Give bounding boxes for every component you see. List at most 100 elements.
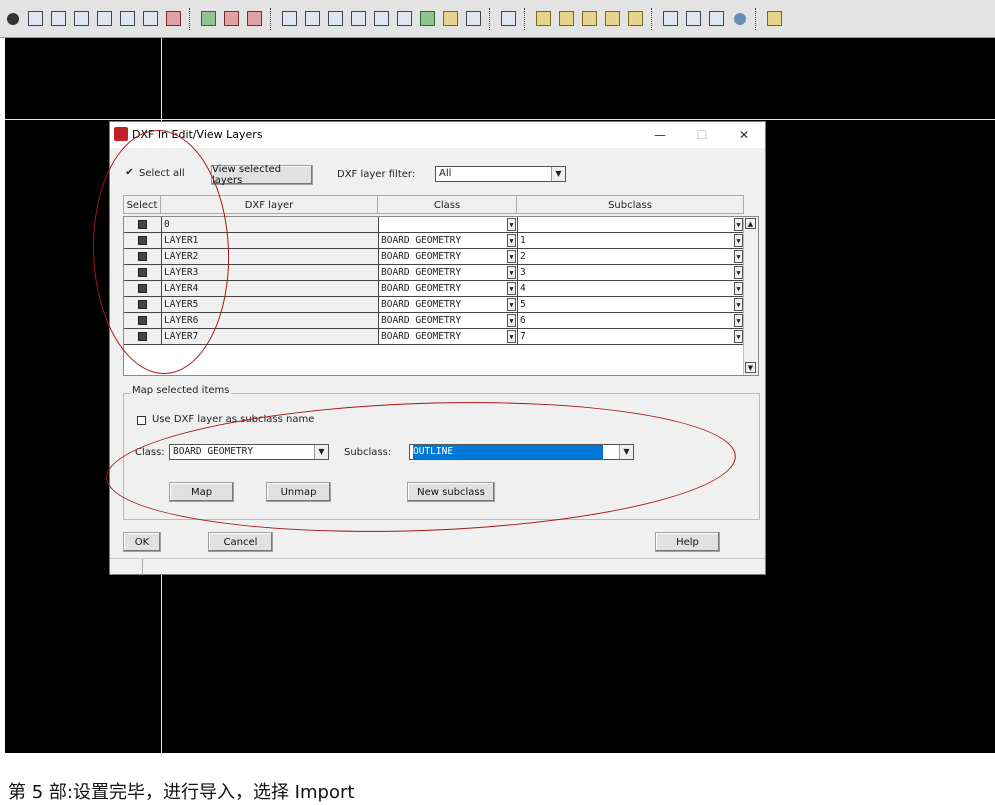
subclass-cell[interactable]: 4 ▼ (518, 281, 745, 297)
tool-icon[interactable] (660, 8, 681, 29)
table-row[interactable]: 0 ▼ ▼ (124, 217, 745, 233)
dxf-layer-filter-select[interactable]: All ▼ (435, 166, 566, 182)
unmap-button[interactable]: Unmap (266, 482, 331, 502)
subclass-cell[interactable]: 2 ▼ (518, 249, 745, 265)
tool-icon[interactable] (325, 8, 346, 29)
subclass-cell[interactable]: 6 ▼ (518, 313, 745, 329)
table-row[interactable]: LAYER4 BOARD GEOMETRY ▼ 4 ▼ (124, 281, 745, 297)
column-header-select[interactable]: Select (123, 195, 161, 214)
chevron-down-icon[interactable]: ▼ (507, 218, 516, 231)
class-cell[interactable]: BOARD GEOMETRY ▼ (379, 233, 518, 249)
chevron-down-icon[interactable]: ▼ (507, 234, 516, 247)
tool-icon[interactable] (602, 8, 623, 29)
chevron-down-icon[interactable]: ▼ (734, 250, 743, 263)
tool-icon[interactable] (198, 8, 219, 29)
subclass-cell[interactable]: 7 ▼ (518, 329, 745, 345)
dimension-icon[interactable] (244, 8, 265, 29)
subclass-cell[interactable]: ▼ (518, 217, 745, 233)
chevron-down-icon[interactable]: ▼ (507, 314, 516, 327)
maximize-icon[interactable]: ☐ (685, 125, 719, 145)
class-cell[interactable]: BOARD GEOMETRY ▼ (379, 329, 518, 345)
tool-icon[interactable] (94, 8, 115, 29)
table-row[interactable]: LAYER1 BOARD GEOMETRY ▼ 1 ▼ (124, 233, 745, 249)
chevron-down-icon[interactable]: ▼ (734, 314, 743, 327)
chevron-down-icon[interactable]: ▼ (734, 218, 743, 231)
chevron-down-icon[interactable]: ▼ (507, 298, 516, 311)
class-select[interactable]: BOARD GEOMETRY ▼ (169, 444, 329, 460)
table-row[interactable]: LAYER5 BOARD GEOMETRY ▼ 5 ▼ (124, 297, 745, 313)
chevron-down-icon[interactable]: ▼ (507, 250, 516, 263)
cancel-button[interactable]: Cancel (208, 532, 273, 552)
class-cell[interactable]: ▼ (379, 217, 518, 233)
table-row[interactable]: LAYER7 BOARD GEOMETRY ▼ 7 ▼ (124, 329, 745, 345)
tool-icon[interactable] (140, 8, 161, 29)
class-cell[interactable]: BOARD GEOMETRY ▼ (379, 265, 518, 281)
circle-tool-icon[interactable] (2, 8, 23, 29)
row-select-checkbox[interactable] (124, 313, 162, 329)
row-select-checkbox[interactable] (124, 233, 162, 249)
help-button[interactable]: Help (655, 532, 720, 552)
tool-icon[interactable] (302, 8, 323, 29)
chevron-down-icon[interactable]: ▼ (507, 266, 516, 279)
row-select-checkbox[interactable] (124, 217, 162, 233)
table-row[interactable]: LAYER3 BOARD GEOMETRY ▼ 3 ▼ (124, 265, 745, 281)
help-icon[interactable] (729, 8, 750, 29)
close-icon[interactable]: ✕ (727, 125, 761, 145)
class-cell[interactable]: BOARD GEOMETRY ▼ (379, 313, 518, 329)
tool-icon[interactable] (394, 8, 415, 29)
minimize-icon[interactable]: — (643, 125, 677, 145)
chevron-down-icon[interactable]: ▼ (734, 298, 743, 311)
tool-icon[interactable] (440, 8, 461, 29)
tool-icon[interactable] (71, 8, 92, 29)
tool-icon[interactable] (279, 8, 300, 29)
subclass-cell[interactable]: 5 ▼ (518, 297, 745, 313)
row-select-checkbox[interactable] (124, 297, 162, 313)
scroll-down-icon[interactable]: ▼ (745, 362, 756, 373)
table-scrollbar[interactable]: ▲ ▼ (743, 217, 758, 375)
table-row[interactable]: LAYER6 BOARD GEOMETRY ▼ 6 ▼ (124, 313, 745, 329)
new-subclass-button[interactable]: New subclass (407, 482, 495, 502)
tool-icon[interactable] (348, 8, 369, 29)
class-cell[interactable]: BOARD GEOMETRY ▼ (379, 281, 518, 297)
chevron-down-icon[interactable]: ▼ (734, 234, 743, 247)
tool-icon[interactable] (117, 8, 138, 29)
subclass-cell[interactable]: 1 ▼ (518, 233, 745, 249)
column-header-class[interactable]: Class (378, 195, 517, 214)
subclass-cell[interactable]: 3 ▼ (518, 265, 745, 281)
tool-icon[interactable] (579, 8, 600, 29)
subclass-select[interactable]: OUTLINE ▼ (409, 444, 634, 460)
tool-icon[interactable] (625, 8, 646, 29)
dimension-icon[interactable] (221, 8, 242, 29)
tool-icon[interactable] (463, 8, 484, 29)
view-selected-layers-button[interactable]: View selected layers (211, 164, 313, 186)
table-row[interactable]: LAYER2 BOARD GEOMETRY ▼ 2 ▼ (124, 249, 745, 265)
tool-icon[interactable] (683, 8, 704, 29)
row-select-checkbox[interactable] (124, 249, 162, 265)
column-header-dxf-layer[interactable]: DXF layer (161, 195, 378, 214)
row-select-checkbox[interactable] (124, 281, 162, 297)
scroll-up-icon[interactable]: ▲ (745, 218, 756, 229)
tool-icon[interactable] (706, 8, 727, 29)
route-icon[interactable] (498, 8, 519, 29)
tool-icon[interactable] (556, 8, 577, 29)
column-header-subclass[interactable]: Subclass (517, 195, 744, 214)
class-cell[interactable]: BOARD GEOMETRY ▼ (379, 249, 518, 265)
tool-icon[interactable] (417, 8, 438, 29)
tool-icon[interactable] (533, 8, 554, 29)
class-cell[interactable]: BOARD GEOMETRY ▼ (379, 297, 518, 313)
select-tool-icon[interactable] (25, 8, 46, 29)
use-dxf-layer-checkbox[interactable] (137, 416, 146, 425)
tool-icon[interactable] (48, 8, 69, 29)
chevron-down-icon[interactable]: ▼ (507, 330, 516, 343)
chevron-down-icon[interactable]: ▼ (734, 330, 743, 343)
chevron-down-icon[interactable]: ▼ (507, 282, 516, 295)
tool-icon[interactable] (163, 8, 184, 29)
tool-icon[interactable] (764, 8, 785, 29)
tool-icon[interactable] (371, 8, 392, 29)
row-select-checkbox[interactable] (124, 265, 162, 281)
row-select-checkbox[interactable] (124, 329, 162, 345)
chevron-down-icon[interactable]: ▼ (734, 282, 743, 295)
chevron-down-icon[interactable]: ▼ (734, 266, 743, 279)
map-button[interactable]: Map (169, 482, 234, 502)
ok-button[interactable]: OK (123, 532, 161, 552)
